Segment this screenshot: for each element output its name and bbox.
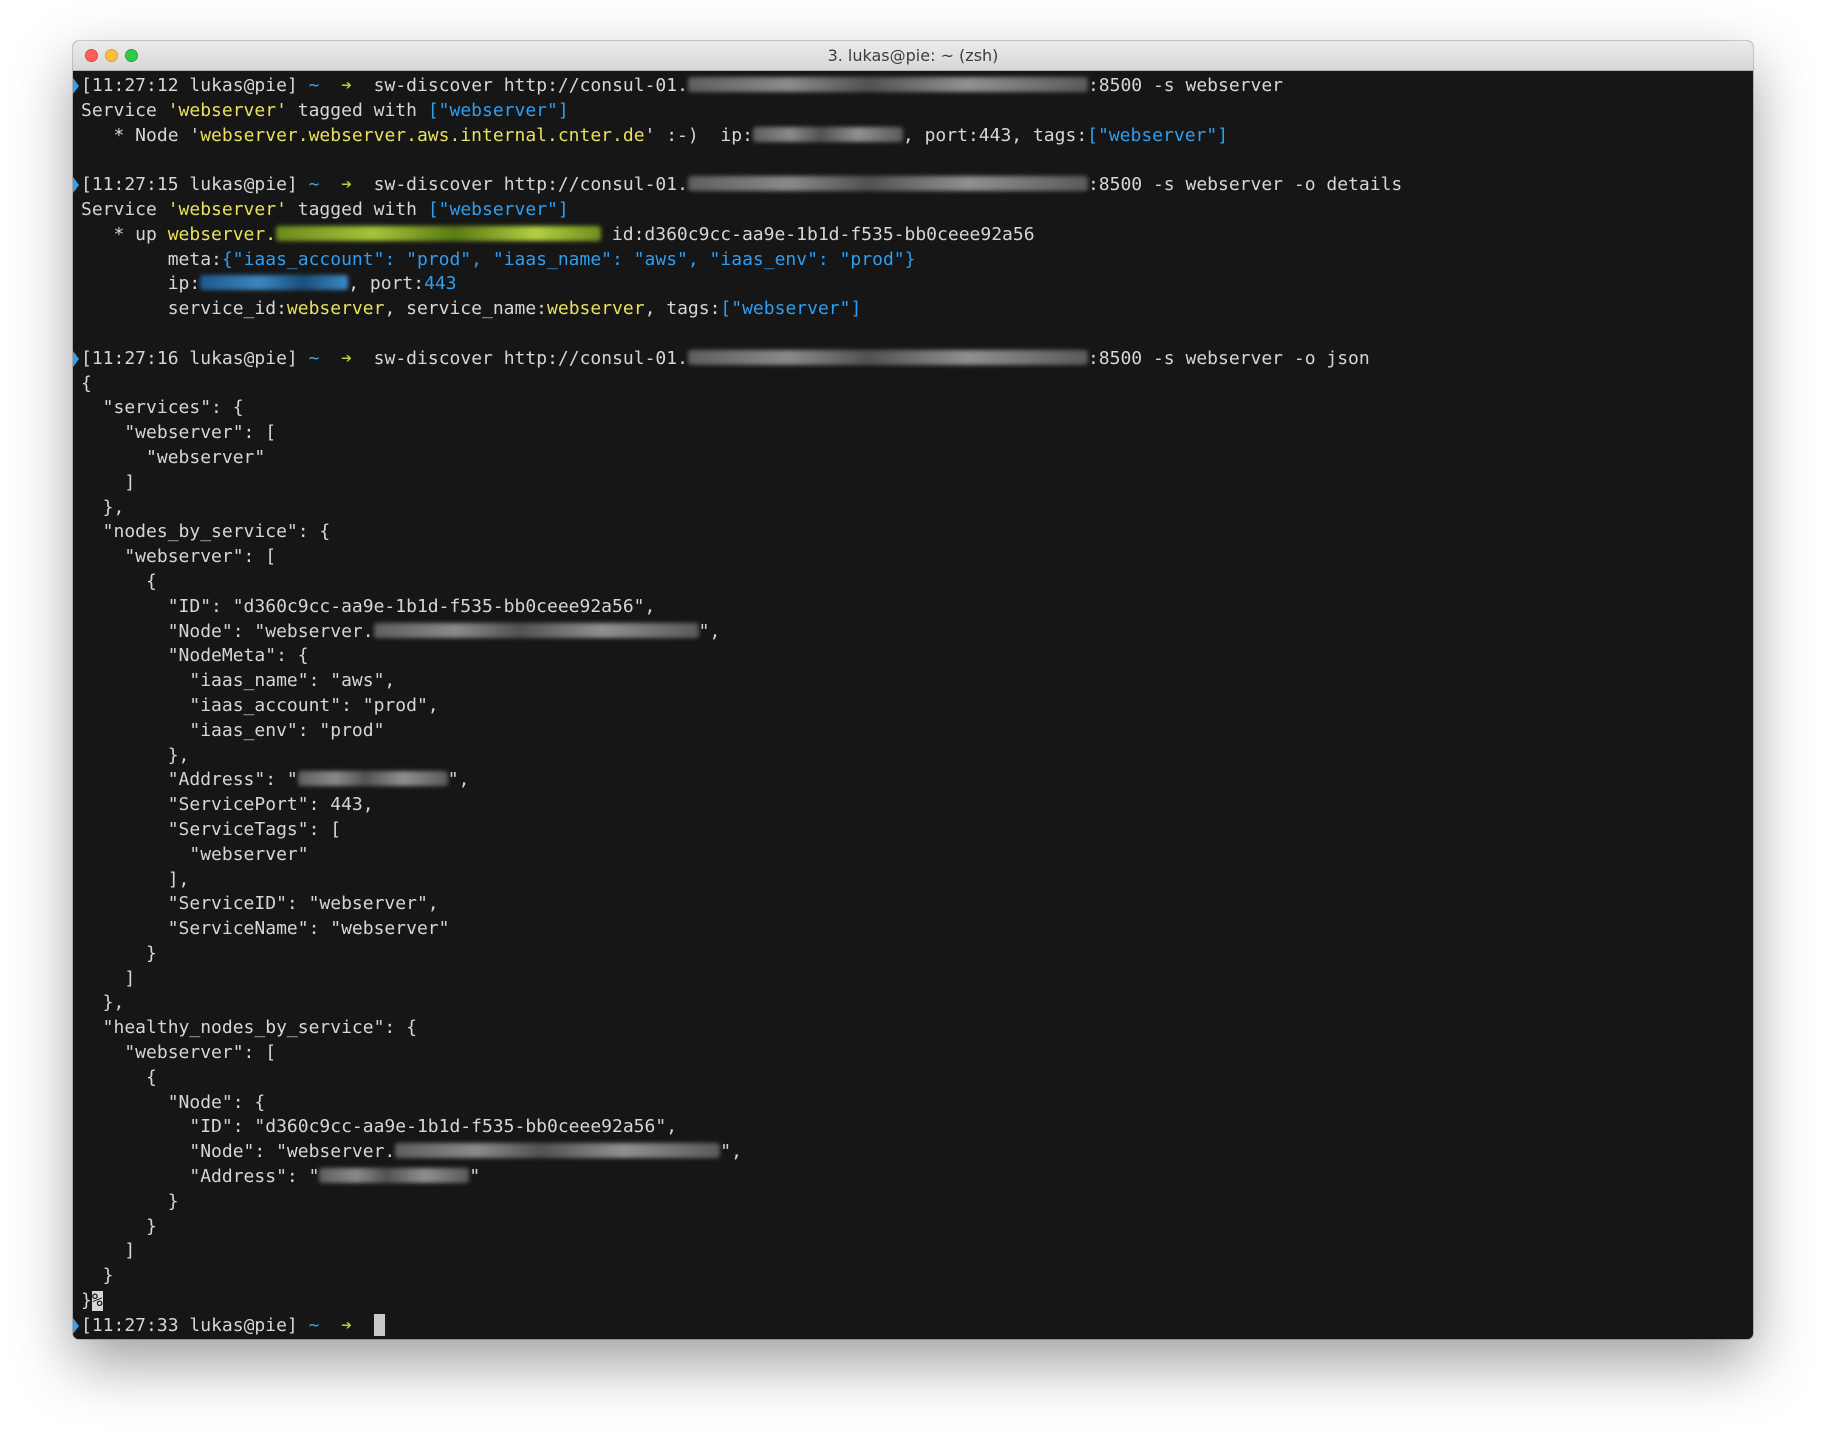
window-title: 3. lukas@pie: ~ (zsh) — [827, 46, 999, 65]
prompt-marker-icon — [73, 350, 79, 367]
prompt-cwd: ~ — [308, 347, 320, 369]
prompt-arrow-icon: ➔ — [341, 1314, 352, 1336]
redacted-host — [276, 225, 602, 241]
output-line: service_id:webserver, service_name:webse… — [81, 298, 862, 320]
json-line: ] — [81, 471, 136, 493]
prompt-cwd: ~ — [308, 75, 320, 96]
json-line: "ServiceName": "webserver" — [81, 918, 450, 940]
command-suffix: :8500 -s webserver -o json — [1087, 347, 1370, 369]
command-text: sw-discover http://consul-01. — [373, 347, 688, 369]
prompt-user: lukas@pie] — [189, 347, 298, 369]
json-line: ] — [81, 967, 136, 989]
output-line: Service 'webserver' tagged with ["webser… — [81, 198, 569, 220]
output-line: meta:{"iaas_account": "prod", "iaas_name… — [81, 248, 916, 270]
json-line: "Node": "webserver. ", — [81, 1141, 742, 1163]
redacted-ip — [200, 275, 349, 291]
text-cursor[interactable] — [373, 1313, 385, 1336]
prompt-marker-icon — [73, 78, 79, 94]
prompt-cwd: ~ — [308, 1314, 320, 1336]
json-line: "ServiceTags": [ — [81, 818, 342, 840]
redacted-ip — [297, 771, 448, 787]
json-line: ], — [81, 868, 190, 890]
json-line: }, — [81, 992, 125, 1014]
json-line: "services": { — [81, 397, 244, 419]
prompt-cwd: ~ — [308, 174, 320, 196]
command-suffix: :8500 -s webserver -o details — [1087, 174, 1403, 196]
title-bar: 3. lukas@pie: ~ (zsh) — [73, 41, 1753, 71]
prompt-arrow-icon: ➔ — [341, 75, 352, 96]
json-line: "ServiceID": "webserver", — [81, 893, 439, 915]
redacted-host — [687, 77, 1088, 92]
json-line: "Node": { — [81, 1091, 266, 1113]
prompt-line: [11:27:12 lukas@pie] ~ ➔ sw-discover htt… — [73, 74, 1753, 99]
prompt-user: lukas@pie] — [189, 75, 298, 96]
redacted-host — [687, 349, 1088, 365]
command-text: sw-discover http://consul-01. — [373, 174, 688, 196]
output-line: Service 'webserver' tagged with ["webser… — [81, 99, 569, 121]
json-line: }, — [81, 496, 125, 518]
output-line: * Node 'webserver.webserver.aws.internal… — [81, 124, 1229, 146]
json-line: "Node": "webserver. ", — [81, 620, 721, 642]
json-line: "ID": "d360c9cc-aa9e-1b1d-f535-bb0ceee92… — [81, 595, 656, 617]
prompt-line: [11:27:15 lukas@pie] ~ ➔ sw-discover htt… — [73, 173, 1753, 198]
redacted-host — [395, 1143, 721, 1159]
prompt-line: [11:27:16 lukas@pie] ~ ➔ sw-discover htt… — [73, 347, 1753, 372]
json-line: } — [81, 1265, 114, 1287]
json-line: } — [81, 1215, 157, 1237]
json-line: "webserver": [ — [81, 546, 277, 568]
json-line: }% — [81, 1290, 103, 1312]
redacted-host — [687, 176, 1088, 192]
json-line: "webserver" — [81, 446, 266, 468]
json-line: "iaas_env": "prod" — [81, 719, 385, 741]
json-line: "Address": " ", — [81, 769, 470, 791]
terminal-output[interactable]: [11:27:12 lukas@pie] ~ ➔ sw-discover htt… — [73, 71, 1753, 1339]
prompt-marker-icon — [73, 177, 79, 194]
json-line: "webserver" — [81, 843, 309, 865]
json-line: "nodes_by_service": { — [81, 521, 331, 543]
json-line: { — [81, 372, 92, 394]
redacted-ip — [752, 126, 903, 142]
prompt-time: [11:27:12 — [81, 75, 179, 96]
prompt-arrow-icon: ➔ — [341, 174, 352, 196]
prompt-line: [11:27:33 lukas@pie] ~ ➔ — [73, 1313, 1753, 1339]
output-line: * up webserver. id:d360c9cc-aa9e-1b1d-f5… — [81, 223, 1035, 245]
prompt-time: [11:27:33 — [81, 1314, 179, 1336]
json-line: ] — [81, 1240, 136, 1262]
prompt-arrow-icon: ➔ — [341, 347, 352, 369]
redacted-ip — [319, 1168, 470, 1184]
json-line: } — [81, 1190, 179, 1212]
json-line: "webserver": [ — [81, 422, 277, 444]
prompt-marker-icon — [73, 1317, 79, 1334]
json-line: } — [81, 942, 157, 964]
json-line: "ServicePort": 443, — [81, 794, 374, 816]
json-line: }, — [81, 744, 190, 766]
json-line: "iaas_name": "aws", — [81, 670, 396, 692]
json-line: "healthy_nodes_by_service": { — [81, 1017, 417, 1039]
json-line: { — [81, 1066, 157, 1088]
eof-marker: % — [91, 1290, 103, 1312]
output-line: ip:, port:443 — [81, 273, 457, 295]
prompt-time: [11:27:15 — [81, 174, 179, 196]
json-line: "Address": " " — [81, 1166, 481, 1188]
json-line: "iaas_account": "prod", — [81, 694, 439, 716]
prompt-user: lukas@pie] — [189, 1314, 298, 1336]
terminal-window: 3. lukas@pie: ~ (zsh) [11:27:12 lukas@pi… — [73, 41, 1753, 1339]
prompt-user: lukas@pie] — [189, 174, 298, 196]
json-line: "webserver": [ — [81, 1042, 277, 1064]
redacted-host — [373, 622, 699, 638]
command-suffix: :8500 -s webserver — [1087, 75, 1284, 96]
json-line: { — [81, 570, 157, 592]
json-line: "NodeMeta": { — [81, 645, 309, 667]
json-line: "ID": "d360c9cc-aa9e-1b1d-f535-bb0ceee92… — [81, 1116, 678, 1138]
prompt-time: [11:27:16 — [81, 347, 179, 369]
command-text: sw-discover http://consul-01. — [373, 75, 688, 96]
